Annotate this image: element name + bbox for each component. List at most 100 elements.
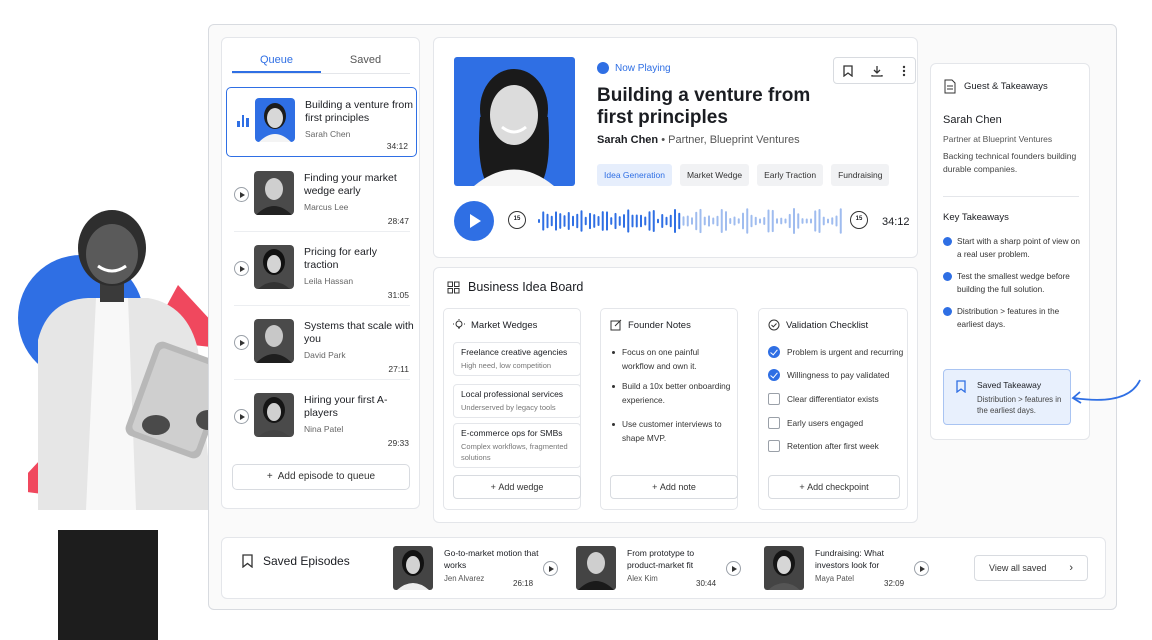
audio-waveform[interactable] — [538, 206, 844, 236]
saved-episode-item[interactable]: Fundraising: What investors look for May… — [764, 546, 934, 592]
checklist-label: Willingness to pay validated — [787, 370, 890, 380]
tag-chip[interactable]: Market Wedge — [679, 164, 750, 186]
note-item: Focus on one painful workflow and own it… — [610, 345, 732, 373]
play-icon[interactable] — [543, 561, 558, 576]
now-playing-title: Building a venture from first principles — [597, 85, 811, 128]
wedge-card[interactable]: E-commerce ops for SMBs Complex workflow… — [453, 423, 581, 468]
bookmark-icon — [956, 380, 966, 393]
saved-episode-item[interactable]: From prototype to product-market fit Ale… — [576, 546, 746, 592]
download-icon[interactable] — [871, 65, 884, 77]
saved-episodes-bar: Saved Episodes Go-to-market motion that … — [221, 537, 1106, 599]
validation-checklist-column: Validation Checklist Problem is urgent a… — [758, 308, 908, 510]
checklist-item[interactable]: Problem is urgent and recurring — [768, 346, 903, 358]
tag-chip[interactable]: Idea Generation — [597, 164, 672, 186]
bookmark-icon[interactable] — [843, 64, 853, 77]
add-episode-button[interactable]: + Add episode to queue — [232, 464, 410, 490]
skip-back-button[interactable]: 15 — [508, 211, 526, 229]
card-title: E-commerce ops for SMBs — [461, 428, 563, 438]
play-icon[interactable] — [726, 561, 741, 576]
add-episode-label: Add episode to queue — [277, 471, 376, 482]
button-label: Add wedge — [498, 482, 544, 492]
episode-cover-image — [454, 57, 575, 186]
wedge-card[interactable]: Local professional services Underserved … — [453, 384, 581, 418]
edit-note-icon — [610, 319, 622, 331]
plus-icon: + — [799, 482, 805, 492]
episode-duration: 34:12 — [882, 216, 910, 228]
queue-item[interactable]: Systems that scale with you David Park 2… — [226, 309, 417, 379]
episode-duration: 27:11 — [388, 364, 409, 374]
play-button[interactable] — [454, 201, 494, 241]
saved-takeaway-card[interactable]: Saved Takeaway Distribution > features i… — [943, 369, 1071, 425]
saved-episodes-title: Saved Episodes — [263, 554, 350, 568]
play-icon[interactable] — [234, 335, 249, 350]
checklist-item[interactable]: Clear differentiator exists — [768, 393, 879, 405]
episode-duration: 28:47 — [387, 216, 409, 226]
episode-thumbnail — [393, 546, 433, 590]
card-subtitle: Complex workflows, fragmented solutions — [461, 442, 568, 462]
tag-chip[interactable]: Early Traction — [757, 164, 824, 186]
episode-host: David Park — [304, 350, 346, 360]
wedge-card[interactable]: Freelance creative agencies High need, l… — [453, 342, 581, 376]
checkbox[interactable] — [768, 393, 780, 405]
card-title: Freelance creative agencies — [461, 347, 568, 357]
curved-arrow-icon — [1071, 379, 1141, 404]
host-name: Sarah Chen — [597, 134, 659, 146]
queue-item-active[interactable]: Building a venture from first principles… — [226, 87, 417, 157]
tab-saved[interactable]: Saved — [321, 50, 410, 73]
saved-episode-duration: 30:44 — [696, 579, 717, 588]
episode-duration: 31:05 — [387, 290, 409, 300]
saved-episode-item[interactable]: Go-to-market motion that works Jen Alvar… — [393, 546, 563, 592]
episode-thumbnail — [255, 98, 295, 142]
episode-thumbnail — [254, 393, 294, 437]
view-all-saved-button[interactable]: View all saved › — [974, 555, 1088, 581]
card-subtitle: Underserved by legacy tools — [461, 403, 556, 412]
episode-thumbnail — [254, 245, 294, 289]
lightbulb-icon — [453, 319, 465, 329]
saved-takeaway-text: Distribution > features in the earliest … — [977, 395, 1062, 415]
now-playing-bars-icon — [237, 115, 249, 127]
episode-thumbnail — [764, 546, 804, 590]
episode-duration: 34:12 — [386, 141, 408, 151]
play-icon[interactable] — [234, 261, 249, 276]
checkbox[interactable] — [768, 440, 780, 452]
add-wedge-button[interactable]: + Add wedge — [453, 475, 581, 499]
play-icon[interactable] — [914, 561, 929, 576]
check-circle-icon — [768, 319, 780, 331]
queue-item[interactable]: Pricing for early traction Leila Hassan … — [226, 235, 417, 305]
checked-icon[interactable] — [768, 369, 780, 381]
board-title: Business Idea Board — [468, 280, 584, 294]
checklist-item[interactable]: Willingness to pay validated — [768, 369, 889, 381]
checklist-item[interactable]: Early users engaged — [768, 417, 863, 429]
column-title: Founder Notes — [628, 319, 691, 331]
takeaway-item: Test the smallest wedge before building … — [943, 270, 1085, 296]
now-playing-panel: Now Playing Building a venture from firs… — [433, 37, 918, 258]
skip-forward-button[interactable]: 15 — [850, 211, 868, 229]
episode-host: Marcus Lee — [304, 202, 349, 212]
episode-duration: 29:33 — [387, 438, 409, 448]
founder-notes-column: Founder Notes Focus on one painful workf… — [600, 308, 738, 510]
now-playing-host: Sarah Chen • Partner, Blueprint Ventures — [597, 134, 800, 146]
guest-takeaways-panel: Guest & Takeaways Sarah Chen Partner at … — [930, 63, 1090, 440]
episode-host: Nina Patel — [304, 424, 344, 434]
tag-chip[interactable]: Fundraising — [831, 164, 890, 186]
checklist-label: Retention after first week — [787, 441, 879, 451]
tab-queue[interactable]: Queue — [232, 50, 321, 73]
more-options-icon[interactable] — [902, 65, 906, 77]
market-wedges-column: Market Wedges Freelance creative agencie… — [443, 308, 581, 510]
play-icon[interactable] — [234, 409, 249, 424]
queue-item[interactable]: Hiring your first A-players Nina Patel 2… — [226, 383, 417, 453]
add-note-button[interactable]: + Add note — [610, 475, 738, 499]
episode-thumbnail — [254, 171, 294, 215]
card-title: Local professional services — [461, 389, 564, 399]
add-checkpoint-button[interactable]: + Add checkpoint — [768, 475, 900, 499]
checklist-label: Problem is urgent and recurring — [787, 347, 904, 357]
queue-item[interactable]: Finding your market wedge early Marcus L… — [226, 161, 417, 231]
checkbox[interactable] — [768, 417, 780, 429]
column-header: Validation Checklist — [768, 319, 868, 331]
play-icon[interactable] — [234, 187, 249, 202]
saved-episode-author: Jen Alvarez — [444, 574, 485, 583]
checked-icon[interactable] — [768, 346, 780, 358]
now-playing-label: Now Playing — [615, 62, 671, 74]
checklist-item[interactable]: Retention after first week — [768, 440, 879, 452]
guest-role: Partner at Blueprint Ventures — [943, 134, 1053, 144]
